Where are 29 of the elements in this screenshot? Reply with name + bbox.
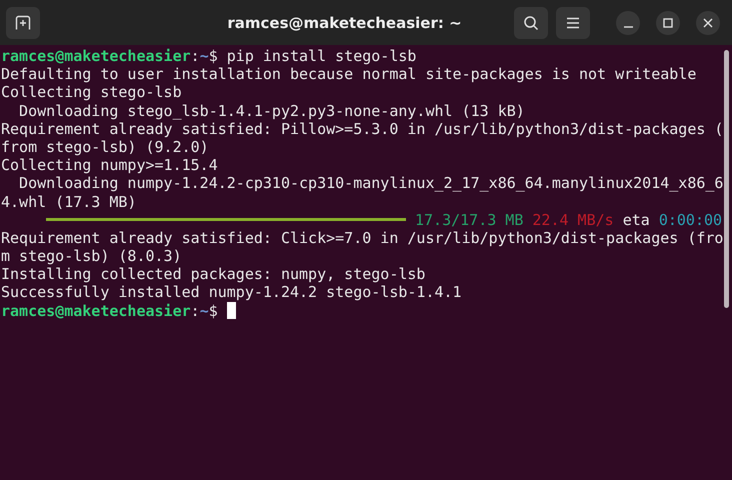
close-button[interactable] [696, 10, 720, 34]
terminal-line: Defaulting to user installation because normal site-packages is not writeable [1, 65, 696, 84]
terminal-line: Downloading stego_lsb-1.4.1-py2.py3-none-any.whl (13 kB) [18, 102, 525, 120]
terminal-line: Collecting numpy>=1.15.4 [1, 156, 218, 174]
progress-status: 17.3/17.3 MB 22.4 MB/s eta 0:00:00 [415, 210, 722, 229]
close-icon [703, 18, 713, 28]
terminal-line: 4.whl (17.3 MB) [1, 192, 136, 211]
new-tab-button[interactable] [6, 6, 40, 38]
terminal-line: Installing collected packages: numpy, stego-lsb [1, 265, 426, 284]
search-icon [523, 14, 539, 30]
terminal-line: Downloading numpy-1.24.2-cp310-cp310-manylinux_2_17_x86_64.manylinux2014_x86_6 [18, 174, 724, 193]
terminal-line: Successfully installed numpy-1.24.2 stego-lsb-1.4.1 [1, 283, 462, 302]
shell-prompt: ramces@maketecheasier:~$ pip install stego-lsb [1, 47, 416, 66]
shell-prompt: ramces@maketecheasier:~$ [1, 302, 219, 320]
menu-icon [566, 16, 580, 28]
search-button[interactable] [514, 6, 548, 38]
terminal-line: Requirement already satisfied: Click>=7.0 in /usr/lib/python3/dist-packages (fro [1, 228, 724, 248]
minimize-icon [624, 26, 632, 28]
terminal-line: Collecting stego-lsb [1, 83, 182, 102]
window-title: ramces@maketecheasier: ~ [226, 14, 463, 32]
new-tab-icon [15, 14, 31, 30]
menu-button[interactable] [556, 6, 590, 38]
minimize-button[interactable] [616, 10, 640, 34]
terminal-line: m stego-lsb) (8.0.3) [1, 247, 182, 266]
maximize-button[interactable] [656, 10, 680, 34]
maximize-icon [663, 18, 673, 28]
terminal-line: Requirement already satisfied: Pillow>=5.3.0 in /usr/lib/python3/dist-packages ( [1, 120, 724, 138]
scrollbar[interactable] [724, 50, 729, 308]
terminal-line: from stego-lsb) (9.2.0) [1, 138, 209, 156]
